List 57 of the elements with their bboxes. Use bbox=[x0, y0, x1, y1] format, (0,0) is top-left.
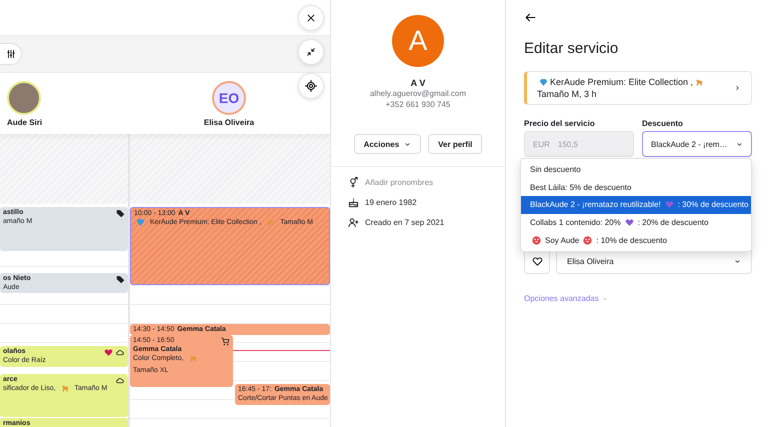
actions-button[interactable]: Acciones bbox=[354, 134, 422, 154]
discount-option[interactable]: Collabs 1 contenido: 20% : 20% de descuento bbox=[521, 214, 751, 232]
staff-avatar[interactable]: EO bbox=[212, 81, 246, 115]
back-arrow-icon bbox=[524, 11, 537, 24]
gem-icon bbox=[539, 78, 548, 88]
client-name: A V bbox=[410, 78, 426, 88]
cart-icon bbox=[221, 337, 230, 346]
client-phone: +352 661 930 745 bbox=[386, 99, 450, 110]
user-plus-icon bbox=[348, 217, 359, 228]
discount-option[interactable]: BlackAude 2 - ¡rematazo reutilizable! : 30% de descuento bbox=[521, 196, 751, 214]
discount-option[interactable]: Soy Aude : 10% de descuento bbox=[521, 231, 751, 249]
staff-name: Elisa Oliveira bbox=[204, 118, 254, 127]
crosshair-icon bbox=[305, 80, 317, 92]
heart-icon bbox=[664, 200, 674, 210]
heart-icon bbox=[532, 256, 542, 266]
discount-select[interactable]: BlackAude 2 - ¡rem… bbox=[642, 131, 752, 157]
discount-option[interactable]: Best Láila: 5% de descuento bbox=[521, 178, 751, 196]
close-button[interactable] bbox=[298, 5, 324, 31]
client-info-text[interactable]: Añadir pronombres bbox=[365, 178, 434, 187]
dog-icon bbox=[266, 218, 276, 227]
gem-icon bbox=[136, 218, 145, 227]
sliders-icon bbox=[6, 49, 16, 59]
chevron-right-icon bbox=[734, 84, 741, 92]
photo-placeholder[interactable] bbox=[7, 81, 41, 115]
tag-icon bbox=[116, 275, 125, 284]
smiley-icon bbox=[583, 236, 592, 245]
collapse-icon bbox=[306, 47, 316, 57]
heart-icon bbox=[104, 348, 113, 357]
service-card[interactable]: KerAude Premium: Elite Collection , Tamaño M, 3 h bbox=[524, 71, 752, 105]
client-email: alhely.aguerov@gmail.com bbox=[370, 88, 466, 99]
locate-button[interactable] bbox=[298, 73, 324, 99]
client-avatar: A bbox=[392, 15, 444, 67]
cake-icon bbox=[348, 197, 359, 208]
chevron-down-icon bbox=[602, 296, 608, 302]
smiley-icon bbox=[532, 236, 541, 245]
client-info-text: 19 enero 1982 bbox=[365, 198, 417, 207]
dog-icon bbox=[188, 354, 198, 363]
dog-icon bbox=[60, 384, 70, 393]
staff-name: Aude Siri bbox=[7, 118, 42, 127]
dog-icon bbox=[695, 78, 704, 88]
chevron-down-icon bbox=[404, 140, 412, 148]
chevron-down-icon bbox=[736, 140, 743, 148]
cloud-icon bbox=[115, 376, 125, 385]
panel-title: Editar servicio bbox=[524, 40, 620, 57]
gender-icon bbox=[348, 177, 359, 188]
close-icon bbox=[306, 13, 316, 23]
advanced-options-link[interactable]: Opciones avanzadas bbox=[524, 294, 752, 303]
client-info-text: Creado en 7 sep 2021 bbox=[365, 218, 444, 227]
profile-button[interactable]: Ver perfil bbox=[428, 134, 482, 154]
field-label: Precio del servicio bbox=[524, 119, 596, 128]
chevron-down-icon bbox=[734, 258, 741, 264]
tag-icon bbox=[116, 209, 125, 218]
filter-button[interactable] bbox=[0, 43, 22, 65]
heart-icon bbox=[624, 218, 634, 228]
discount-option[interactable]: Sin descuento bbox=[521, 161, 751, 179]
cloud-icon bbox=[115, 348, 125, 357]
field-label: Descuento bbox=[642, 119, 684, 128]
